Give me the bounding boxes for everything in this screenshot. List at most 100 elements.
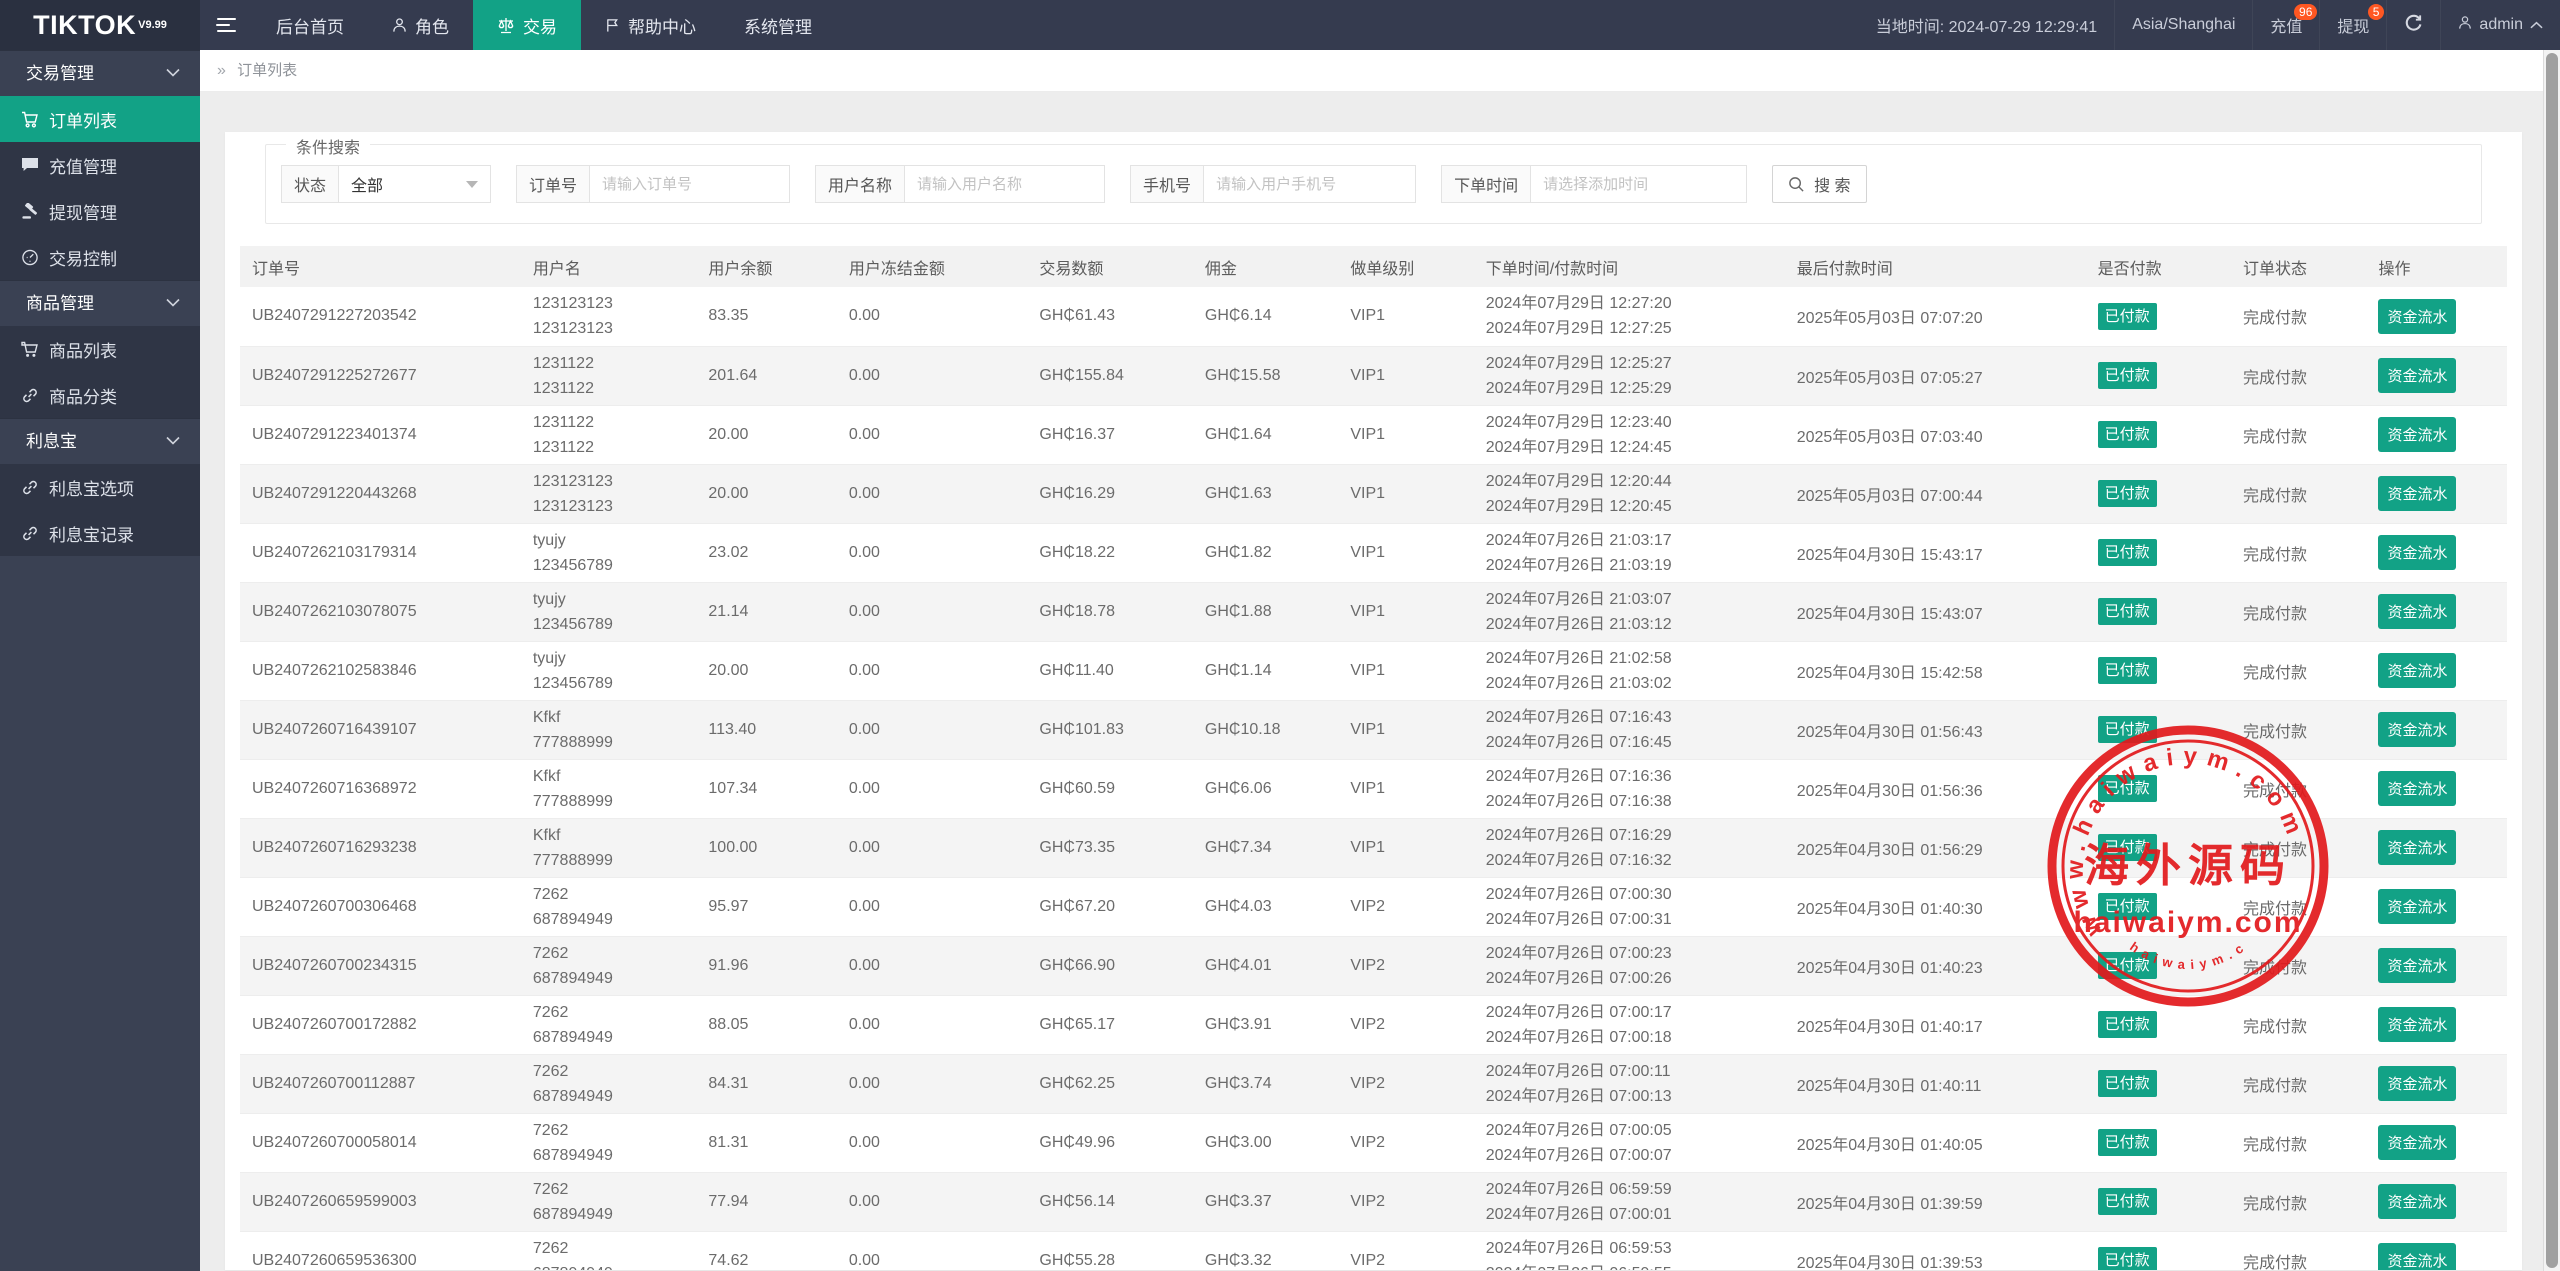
- sidebar-item-withdraw[interactable]: 提现管理: [0, 188, 200, 234]
- nav-item-label: 后台首页: [276, 13, 344, 38]
- refresh-button[interactable]: [2386, 0, 2440, 50]
- sidebar-group-interest[interactable]: 利息宝: [0, 418, 200, 464]
- table-row: UB2407291220443268 123123123 123123123 2…: [240, 464, 2507, 523]
- username-input[interactable]: [905, 165, 1105, 203]
- cell-balance: 95.97: [696, 877, 836, 936]
- user-menu[interactable]: admin: [2440, 0, 2560, 50]
- pay-time: 2024年07月26日 21:03:19: [1486, 553, 1773, 578]
- chevron-down-icon: [166, 436, 180, 445]
- fund-flow-button[interactable]: 资金流水: [2378, 1007, 2456, 1042]
- pay-time: 2024年07月26日 07:00:18: [1486, 1025, 1773, 1050]
- search-panel: 条件搜索 状态 全部 订单号 用户名称 手: [265, 144, 2482, 224]
- paid-badge: 已付款: [2098, 598, 2157, 625]
- sidebar-item-recharge[interactable]: 充值管理: [0, 142, 200, 188]
- order-time-input[interactable]: [1531, 165, 1747, 203]
- cell-actions: 资金流水: [2366, 287, 2507, 346]
- cell-last-pay-time: 2025年04月30日 01:40:23: [1785, 936, 2086, 995]
- fund-flow-button[interactable]: 资金流水: [2378, 712, 2456, 747]
- menu-toggle-icon[interactable]: [200, 0, 252, 50]
- cell-last-pay-time: 2025年04月30日 01:40:05: [1785, 1113, 2086, 1172]
- nav-item-help[interactable]: 帮助中心: [581, 0, 720, 50]
- withdraw-link[interactable]: 提现 5: [2319, 0, 2386, 50]
- fund-flow-button[interactable]: 资金流水: [2378, 535, 2456, 570]
- fund-flow-button[interactable]: 资金流水: [2378, 299, 2456, 334]
- cell-order-pay-time: 2024年07月26日 07:00:17 2024年07月26日 07:00:1…: [1474, 995, 1785, 1054]
- link-icon: [21, 387, 39, 404]
- col-last-pay-time: 最后付款时间: [1785, 246, 2086, 287]
- nav-item-trade[interactable]: 交易: [473, 0, 581, 50]
- fund-flow-button[interactable]: 资金流水: [2378, 1243, 2456, 1270]
- cell-last-pay-time: 2025年05月03日 07:05:27: [1785, 346, 2086, 405]
- sidebar-group-goods[interactable]: 商品管理: [0, 280, 200, 326]
- cell-order-pay-time: 2024年07月26日 06:59:59 2024年07月26日 07:00:0…: [1474, 1172, 1785, 1231]
- user-account: 777888999: [533, 848, 685, 873]
- table-header-row: 订单号 用户名 用户余额 用户冻结金额 交易数额 佣金 做单级别 下单时间/付款…: [240, 246, 2507, 287]
- cell-level: VIP1: [1338, 346, 1473, 405]
- order-time: 2024年07月26日 21:02:58: [1486, 646, 1773, 671]
- user-account: 1231122: [533, 435, 685, 460]
- phone-input[interactable]: [1204, 165, 1416, 203]
- sidebar-item-goods-category[interactable]: 商品分类: [0, 372, 200, 418]
- cell-actions: 资金流水: [2366, 641, 2507, 700]
- cell-level: VIP1: [1338, 641, 1473, 700]
- fund-flow-button[interactable]: 资金流水: [2378, 476, 2456, 511]
- cell-actions: 资金流水: [2366, 405, 2507, 464]
- cell-level: VIP2: [1338, 1231, 1473, 1270]
- link-icon: [21, 479, 39, 496]
- fund-flow-button[interactable]: 资金流水: [2378, 830, 2456, 865]
- sidebar-item-interest-options[interactable]: 利息宝选项: [0, 464, 200, 510]
- cell-username: 7262 687894949: [521, 1231, 697, 1270]
- user-account: 1231122: [533, 376, 685, 401]
- cell-username: 7262 687894949: [521, 1113, 697, 1172]
- cell-balance: 20.00: [696, 405, 836, 464]
- search-button[interactable]: 搜 索: [1772, 165, 1866, 203]
- nav-item-system[interactable]: 系统管理: [720, 0, 836, 50]
- cell-amount: GH₵66.90: [1027, 936, 1193, 995]
- recharge-link[interactable]: 充值 96: [2252, 0, 2319, 50]
- navbar-right: 当地时间: 2024-07-29 12:29:41 Asia/Shanghai …: [1859, 0, 2560, 50]
- fund-flow-button[interactable]: 资金流水: [2378, 358, 2456, 393]
- sidebar-item-interest-records[interactable]: 利息宝记录: [0, 510, 200, 556]
- fund-flow-button[interactable]: 资金流水: [2378, 1066, 2456, 1101]
- pay-time: 2024年07月26日 21:03:12: [1486, 612, 1773, 637]
- fund-flow-button[interactable]: 资金流水: [2378, 1184, 2456, 1219]
- user-name: 7262: [533, 882, 685, 907]
- table-row: UB2407260716293238 Kfkf 777888999 100.00…: [240, 818, 2507, 877]
- nav-item-roles[interactable]: 角色: [368, 0, 473, 50]
- order-no-input[interactable]: [590, 165, 790, 203]
- cell-order-pay-time: 2024年07月26日 21:03:07 2024年07月26日 21:03:1…: [1474, 582, 1785, 641]
- cell-level: VIP1: [1338, 405, 1473, 464]
- fund-flow-button[interactable]: 资金流水: [2378, 771, 2456, 806]
- fund-flow-button[interactable]: 资金流水: [2378, 889, 2456, 924]
- sidebar-item-label: 商品列表: [49, 337, 117, 362]
- cell-frozen: 0.00: [837, 405, 1028, 464]
- sidebar-item-goods-list[interactable]: 商品列表: [0, 326, 200, 372]
- cell-order-pay-time: 2024年07月26日 07:00:30 2024年07月26日 07:00:3…: [1474, 877, 1785, 936]
- status-select-value: 全部: [351, 172, 383, 196]
- fund-flow-button[interactable]: 资金流水: [2378, 653, 2456, 688]
- order-time-filter: 下单时间: [1441, 165, 1747, 203]
- table-row: UB2407291225272677 1231122 1231122 201.6…: [240, 346, 2507, 405]
- paid-badge: 已付款: [2098, 775, 2157, 802]
- order-time: 2024年07月26日 07:00:23: [1486, 941, 1773, 966]
- status-select[interactable]: 全部: [339, 165, 491, 203]
- sidebar-group-label: 商品管理: [26, 294, 94, 313]
- cell-last-pay-time: 2025年04月30日 01:40:17: [1785, 995, 2086, 1054]
- fund-flow-button[interactable]: 资金流水: [2378, 594, 2456, 629]
- cell-level: VIP2: [1338, 877, 1473, 936]
- username-label: admin: [2479, 16, 2523, 34]
- cell-paid: 已付款: [2086, 405, 2231, 464]
- cell-commission: GH₵6.14: [1193, 287, 1338, 346]
- cell-frozen: 0.00: [837, 759, 1028, 818]
- cart-icon: [21, 341, 39, 358]
- sidebar-group-trade[interactable]: 交易管理: [0, 50, 200, 96]
- fund-flow-button[interactable]: 资金流水: [2378, 1125, 2456, 1160]
- fund-flow-button[interactable]: 资金流水: [2378, 417, 2456, 452]
- scrollbar-thumb[interactable]: [2546, 53, 2558, 1268]
- sidebar-item-order-list[interactable]: 订单列表: [0, 96, 200, 142]
- cell-order-no: UB2407260700234315: [240, 936, 521, 995]
- sidebar-item-trade-control[interactable]: 交易控制: [0, 234, 200, 280]
- cell-actions: 资金流水: [2366, 1231, 2507, 1270]
- nav-item-home[interactable]: 后台首页: [252, 0, 368, 50]
- fund-flow-button[interactable]: 资金流水: [2378, 948, 2456, 983]
